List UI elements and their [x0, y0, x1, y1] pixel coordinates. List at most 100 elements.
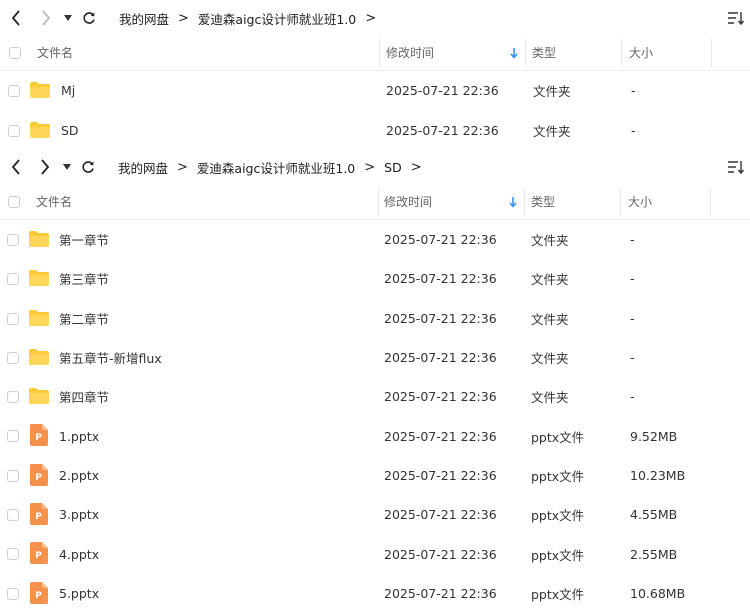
forward-button[interactable]	[36, 0, 56, 36]
file-size: -	[631, 83, 636, 99]
file-type: 文件夹	[533, 84, 571, 100]
table-row[interactable]: 第四章节 2025-07-21 22:36 文件夹 -	[0, 377, 750, 416]
column-header-type[interactable]: 类型	[531, 185, 555, 219]
file-modified: 2025-07-21 22:36	[384, 271, 497, 287]
svg-text:P: P	[35, 473, 42, 483]
file-size: -	[630, 310, 635, 326]
breadcrumb-item[interactable]: 我的网盘	[118, 158, 168, 177]
breadcrumb-item[interactable]: 我的网盘	[119, 9, 169, 28]
file-modified: 2025-07-21 22:36	[384, 546, 497, 562]
column-header-size[interactable]: 大小	[629, 36, 653, 70]
file-size: 10.68MB	[630, 585, 686, 601]
sort-menu-button[interactable]	[726, 158, 745, 176]
table-row[interactable]: P 4.pptx 2025-07-21 22:36 pptx文件 2.55MB	[0, 534, 750, 573]
file-size: 9.52MB	[630, 428, 678, 444]
column-header-name[interactable]: 文件名	[37, 36, 73, 70]
file-modified: 2025-07-21 22:36	[384, 350, 497, 366]
table-row[interactable]: P 2.pptx 2025-07-21 22:36 pptx文件 10.23MB	[0, 456, 750, 495]
table-row[interactable]: 第五章节-新增flux 2025-07-21 22:36 文件夹 -	[0, 338, 750, 377]
breadcrumb-item[interactable]: 爱迪森aigc设计师就业班1.0	[198, 9, 356, 28]
column-divider[interactable]	[378, 188, 379, 216]
svg-text:P: P	[35, 551, 42, 561]
breadcrumb: 我的网盘 > 爱迪森aigc设计师就业班1.0 >	[119, 0, 385, 36]
chevron-right-icon	[42, 10, 51, 26]
pptx-file-icon: P	[30, 581, 48, 604]
pptx-file-icon: P	[30, 463, 48, 486]
sort-list-icon	[728, 12, 745, 26]
breadcrumb-item[interactable]: 爱迪森aigc设计师就业班1.0	[197, 158, 355, 177]
row-checkbox[interactable]	[7, 351, 19, 364]
column-divider[interactable]	[621, 39, 622, 67]
table-row[interactable]: 第一章节 2025-07-21 22:36 文件夹 -	[0, 220, 750, 259]
row-checkbox[interactable]	[7, 469, 19, 482]
row-checkbox[interactable]	[8, 124, 20, 137]
back-button[interactable]	[6, 149, 26, 185]
history-dropdown-button[interactable]	[62, 0, 74, 36]
row-checkbox[interactable]	[7, 509, 19, 522]
file-modified: 2025-07-21 22:36	[384, 585, 497, 601]
table-row[interactable]: 第三章节 2025-07-21 22:36 文件夹 -	[0, 259, 750, 298]
column-header: 文件名 修改时间 类型 大小	[0, 36, 750, 71]
file-size: -	[631, 122, 636, 138]
row-checkbox[interactable]	[7, 312, 19, 325]
file-name: 4.pptx	[59, 546, 100, 562]
file-modified: 2025-07-21 22:36	[384, 467, 497, 483]
sort-arrow-down-icon	[510, 48, 518, 59]
table-row[interactable]: P 3.pptx 2025-07-21 22:36 pptx文件 4.55MB	[0, 495, 750, 534]
forward-button[interactable]	[35, 149, 55, 185]
refresh-icon	[82, 161, 94, 173]
row-checkbox[interactable]	[7, 273, 19, 286]
column-divider[interactable]	[379, 39, 380, 67]
select-all-checkbox[interactable]	[8, 196, 20, 208]
row-checkbox[interactable]	[8, 85, 20, 97]
svg-text:P: P	[35, 591, 42, 601]
breadcrumb-separator-icon: >	[410, 159, 422, 175]
file-size: -	[630, 232, 635, 248]
file-type: pptx文件	[531, 508, 585, 524]
column-header-name[interactable]: 文件名	[36, 185, 72, 219]
file-pane-1: 我的网盘 > 爱迪森aigc设计师就业班1.0 > 文件名 修改时间 类型 大小…	[0, 0, 750, 150]
refresh-button[interactable]	[80, 0, 98, 36]
row-checkbox[interactable]	[7, 430, 19, 443]
table-row[interactable]: Mj 2025-07-21 22:36 文件夹 -	[0, 71, 750, 111]
sort-arrow-down-icon	[509, 197, 517, 208]
file-type: 文件夹	[531, 233, 569, 249]
column-divider[interactable]	[620, 188, 621, 216]
file-name: 3.pptx	[59, 507, 100, 523]
column-divider[interactable]	[524, 188, 525, 216]
back-button[interactable]	[6, 0, 26, 36]
select-all-checkbox[interactable]	[9, 47, 21, 59]
breadcrumb-item[interactable]: SD	[384, 160, 402, 175]
chevron-right-icon	[41, 159, 50, 175]
table-row[interactable]: SD 2025-07-21 22:36 文件夹 -	[0, 111, 750, 151]
column-divider[interactable]	[525, 39, 526, 67]
table-row[interactable]: 第二章节 2025-07-21 22:36 文件夹 -	[0, 299, 750, 338]
column-header-modified[interactable]: 修改时间	[386, 36, 434, 70]
row-checkbox[interactable]	[7, 234, 19, 246]
refresh-icon	[83, 12, 95, 24]
table-row[interactable]: P 5.pptx 2025-07-21 22:36 pptx文件 10.68MB	[0, 574, 750, 613]
column-header-size[interactable]: 大小	[628, 185, 652, 219]
table-row[interactable]: P 1.pptx 2025-07-21 22:36 pptx文件 9.52MB	[0, 416, 750, 455]
sort-menu-button[interactable]	[726, 9, 745, 27]
column-header-type[interactable]: 类型	[532, 36, 556, 70]
breadcrumb: 我的网盘 > 爱迪森aigc设计师就业班1.0 > SD >	[118, 149, 431, 185]
column-divider[interactable]	[710, 188, 711, 216]
file-modified: 2025-07-21 22:36	[384, 310, 497, 326]
column-header-modified[interactable]: 修改时间	[384, 185, 432, 219]
refresh-button[interactable]	[79, 149, 97, 185]
folder-icon	[29, 231, 49, 247]
file-type: pptx文件	[531, 468, 585, 484]
breadcrumb-separator-icon: >	[178, 10, 189, 26]
file-pane-2: 我的网盘 > 爱迪森aigc设计师就业班1.0 > SD > 文件名 修改时间 …	[0, 149, 750, 613]
caret-down-icon	[64, 15, 72, 21]
file-type: 文件夹	[531, 272, 569, 288]
file-modified: 2025-07-21 22:36	[384, 507, 497, 523]
history-dropdown-button[interactable]	[61, 149, 73, 185]
row-checkbox[interactable]	[7, 587, 19, 600]
folder-icon	[29, 309, 49, 326]
column-divider[interactable]	[711, 39, 712, 67]
row-checkbox[interactable]	[7, 391, 19, 404]
row-checkbox[interactable]	[7, 548, 19, 561]
file-type: pptx文件	[531, 429, 585, 445]
